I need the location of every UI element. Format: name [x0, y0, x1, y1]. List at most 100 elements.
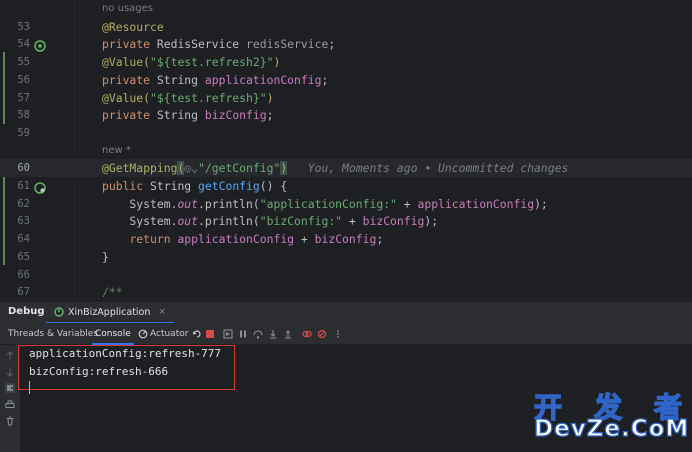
- code-token: "${test.refresh}": [150, 90, 267, 105]
- trash-icon[interactable]: [5, 416, 15, 426]
- code-line[interactable]: 65}: [0, 248, 692, 266]
- code-token: .println(: [198, 214, 260, 229]
- code-line[interactable]: 53 @Resource: [0, 18, 692, 36]
- usage-hint[interactable]: new *: [102, 142, 131, 160]
- code-token: return: [129, 232, 178, 247]
- code-line[interactable]: 60 @GetMapping(◎⌄"/getConfig") You, Momen…: [0, 159, 692, 178]
- code-text: @Resource: [102, 18, 164, 36]
- code-text: }: [102, 248, 109, 266]
- code-token: private: [102, 37, 157, 52]
- rerun-icon[interactable]: [192, 329, 202, 339]
- code-token: "bizConfig:": [259, 214, 343, 229]
- code-token: @Value(: [102, 55, 151, 70]
- code-token: String: [156, 108, 205, 123]
- code-token: private: [102, 108, 157, 123]
- endpoint-navigation-icon[interactable]: [34, 182, 46, 194]
- debug-toolbar: Threads & Variables Console Actuator: [0, 323, 692, 345]
- line-number: 61: [17, 180, 30, 192]
- spring-boot-app-icon: [54, 307, 64, 317]
- code-line[interactable]: 59: [0, 124, 692, 142]
- code-token: @GetMapping: [102, 161, 178, 176]
- debug-session-label: XinBizApplication: [68, 306, 151, 318]
- code-line[interactable]: 57 @Value("${test.refresh}"): [0, 89, 692, 107]
- code-token: () {: [259, 179, 288, 193]
- code-line[interactable]: 64 return applicationConfig + bizConfig;: [0, 230, 692, 248]
- code-text: System.out.println("applicationConfig:" …: [102, 195, 548, 213]
- line-number: 57: [17, 91, 30, 104]
- mute-breakpoints-icon[interactable]: [317, 329, 327, 339]
- close-icon[interactable]: ×: [158, 307, 166, 317]
- code-line[interactable]: 56 private String applicationConfig;: [0, 71, 692, 89]
- code-text: return applicationConfig + bizConfig;: [102, 230, 383, 248]
- code-text: public String getConfig() {: [102, 177, 287, 195]
- code-token: bizConfig: [314, 232, 377, 247]
- code-token: .println(: [198, 196, 260, 211]
- code-token: String: [150, 179, 199, 193]
- tab-actuator[interactable]: Actuator: [150, 323, 188, 345]
- code-editor[interactable]: no usages 53 @Resource 54 private RedisServi…: [0, 0, 692, 301]
- line-number: 53: [17, 20, 30, 33]
- stop-icon[interactable]: [205, 329, 215, 339]
- line-number: 66: [17, 268, 30, 281]
- step-over-icon[interactable]: [253, 329, 263, 339]
- step-into-icon[interactable]: [268, 329, 278, 339]
- code-token: String: [156, 72, 205, 87]
- code-text: @Value("${test.refresh2}"): [102, 53, 280, 71]
- down-arrow-icon[interactable]: [5, 367, 15, 377]
- console-side-toolbar: [0, 345, 20, 452]
- more-icon[interactable]: [333, 329, 343, 339]
- code-line[interactable]: 58 private String bizConfig;: [0, 106, 692, 124]
- code-token: System.: [102, 214, 178, 229]
- code-token: You, Moments ago • Uncommitted changes: [287, 161, 569, 176]
- code-token: out: [177, 196, 199, 211]
- line-number: 58: [17, 109, 30, 122]
- code-line[interactable]: 67 /**: [0, 283, 692, 301]
- code-token: +: [396, 196, 418, 211]
- code-token: );: [534, 196, 548, 211]
- code-line[interactable]: 62 System.out.println("applicationConfig…: [0, 195, 692, 213]
- code-text: private RedisService redisService;: [102, 35, 335, 53]
- console-line: bizConfig:refresh-666: [29, 365, 169, 378]
- code-line[interactable]: 61 public String getConfig() {: [0, 177, 692, 195]
- code-token: "/getConfig": [198, 161, 281, 176]
- code-text: System.out.println("bizConfig:" + bizCon…: [102, 212, 438, 230]
- code-token: RedisService: [156, 37, 247, 52]
- line-number: 55: [17, 56, 30, 69]
- code-token: ): [266, 90, 274, 105]
- tab-threads-variables[interactable]: Threads & Variables: [8, 323, 98, 345]
- line-number: 65: [17, 250, 30, 263]
- line-number: 63: [17, 215, 30, 228]
- code-token: @Value(: [102, 90, 151, 105]
- code-token: private: [102, 72, 157, 87]
- soft-wrap-icon[interactable]: [5, 383, 15, 393]
- code-hint-row[interactable]: no usages: [0, 0, 692, 18]
- resume-icon[interactable]: [223, 329, 233, 339]
- code-token: ◎⌄: [184, 161, 199, 176]
- code-text: private String bizConfig;: [102, 106, 273, 124]
- code-line[interactable]: 63 System.out.println("bizConfig:" + biz…: [0, 212, 692, 230]
- tab-console[interactable]: Console: [92, 323, 134, 345]
- code-token: "applicationConfig:": [259, 196, 397, 211]
- code-line[interactable]: 66: [0, 266, 692, 284]
- view-breakpoints-icon[interactable]: [302, 329, 312, 339]
- code-text: /**: [102, 283, 123, 301]
- line-number: 59: [17, 126, 30, 139]
- text-caret: [29, 381, 30, 394]
- line-number: 60: [17, 162, 30, 175]
- code-line[interactable]: 54 private RedisService redisService;: [0, 35, 692, 53]
- watermark-en: DevZe.CoM: [533, 415, 690, 442]
- code-token: ;: [266, 108, 274, 123]
- pause-icon[interactable]: [238, 329, 248, 339]
- debug-session-tab[interactable]: XinBizApplication ×: [46, 302, 174, 324]
- usage-hint[interactable]: no usages: [102, 0, 153, 18]
- print-icon[interactable]: [5, 400, 15, 410]
- line-number: 64: [17, 233, 30, 246]
- code-token: ;: [376, 232, 384, 247]
- step-out-icon[interactable]: [283, 329, 293, 339]
- code-line[interactable]: 55 @Value("${test.refresh2}"): [0, 53, 692, 71]
- code-token: );: [424, 214, 439, 229]
- bean-navigation-icon[interactable]: [34, 40, 46, 52]
- up-arrow-icon[interactable]: [5, 351, 15, 361]
- code-token: ;: [321, 72, 329, 87]
- code-hint-row[interactable]: new *: [0, 142, 692, 160]
